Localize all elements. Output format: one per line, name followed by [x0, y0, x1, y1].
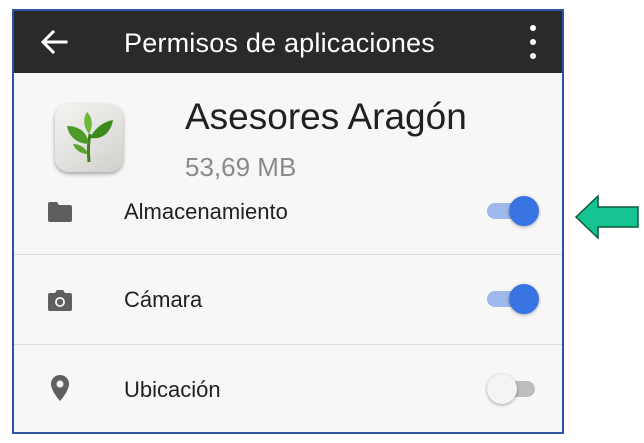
folder-icon — [48, 200, 72, 224]
app-name: Asesores Aragón — [185, 96, 467, 137]
app-bar: Permisos de aplicaciones — [14, 11, 562, 73]
app-logo-icon — [55, 104, 123, 172]
permission-row-location[interactable]: Ubicación — [14, 345, 562, 432]
back-arrow-icon[interactable] — [36, 22, 72, 62]
phone-screen: Permisos de aplicaciones Asesores Aragón… — [12, 9, 564, 434]
camera-toggle[interactable] — [487, 284, 539, 314]
location-pin-icon — [48, 375, 72, 401]
camera-icon — [48, 288, 72, 312]
permission-row-camera[interactable]: Cámara — [14, 255, 562, 345]
page-title: Permisos de aplicaciones — [124, 28, 435, 58]
more-vert-icon[interactable] — [528, 25, 538, 59]
app-header: Asesores Aragón 53,69 MB — [14, 73, 562, 203]
permission-row-storage[interactable]: Almacenamiento — [14, 192, 562, 255]
location-toggle[interactable] — [487, 374, 539, 404]
annotation-arrow-icon — [574, 194, 639, 240]
app-size: 53,69 MB — [185, 152, 297, 182]
storage-toggle[interactable] — [487, 196, 539, 226]
permission-label-camera: Cámara — [124, 287, 203, 312]
permission-label-location: Ubicación — [124, 377, 221, 402]
permission-list: Almacenamiento Cámara Ubicación — [14, 196, 562, 432]
permission-label-storage: Almacenamiento — [124, 199, 288, 224]
